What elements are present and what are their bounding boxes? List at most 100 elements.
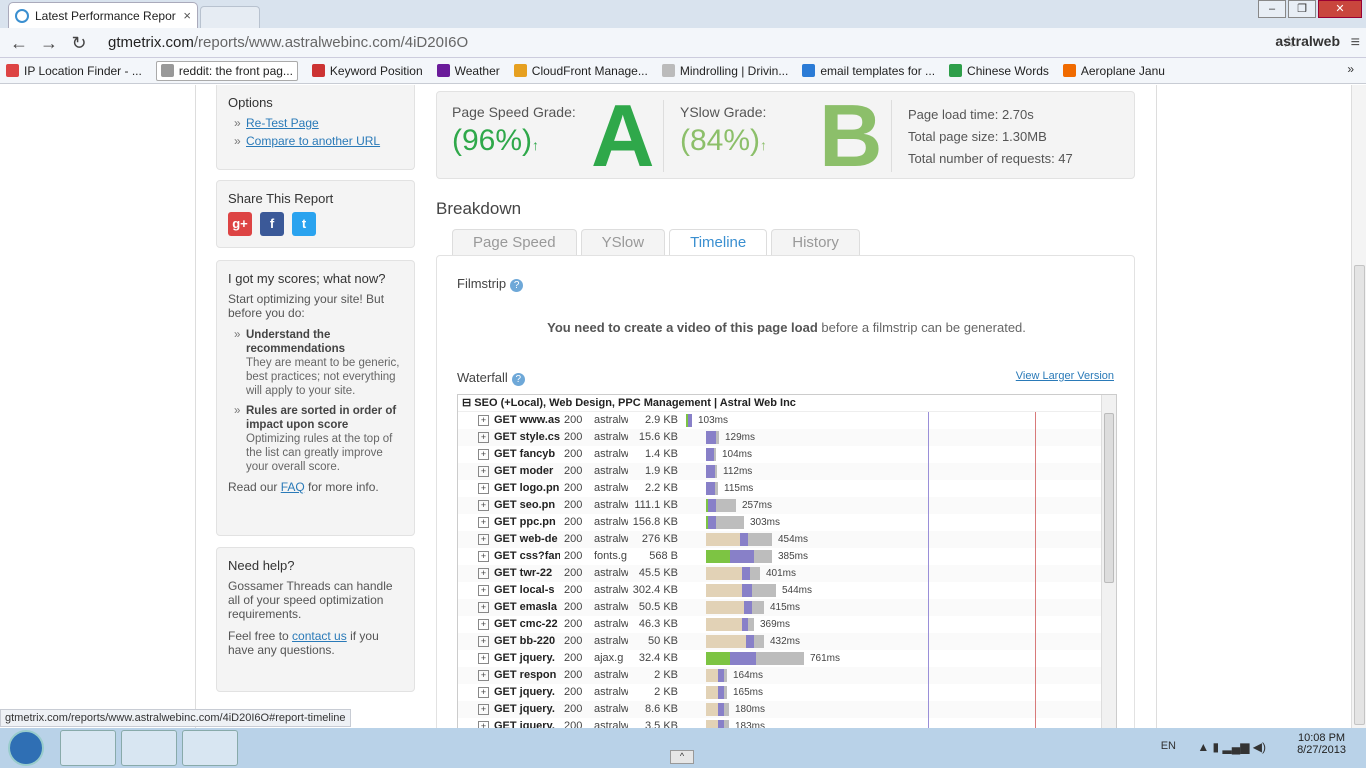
- expand-row-icon[interactable]: +: [478, 721, 489, 728]
- bookmark-item[interactable]: email templates for ...: [802, 64, 935, 78]
- help-box: Need help? Gossamer Threads can handle a…: [216, 547, 415, 692]
- help-icon[interactable]: ?: [511, 373, 525, 386]
- waterfall-row[interactable]: + GET cmc-22 200 astralw 46.3 KB 369ms: [458, 616, 1116, 633]
- waterfall-row[interactable]: + GET web-de 200 astralw 276 KB 454ms: [458, 531, 1116, 548]
- active-browser-tab[interactable]: Latest Performance Repor ×: [8, 2, 198, 28]
- tray-icons[interactable]: ▲ ▮ ▂▄▆ ◀): [1197, 740, 1266, 754]
- expand-row-icon[interactable]: +: [478, 568, 489, 579]
- waterfall-row[interactable]: + GET style.cs 200 astralw 15.6 KB 129ms: [458, 429, 1116, 446]
- waterfall-row[interactable]: + GET jquery. 200 astralw 2 KB 165ms: [458, 684, 1116, 701]
- minimize-button[interactable]: –: [1258, 0, 1286, 18]
- bookmarks-overflow-icon[interactable]: »: [1347, 62, 1354, 76]
- tab-timeline[interactable]: Timeline: [669, 229, 768, 256]
- tab-page-speed[interactable]: Page Speed: [452, 229, 577, 255]
- expand-row-icon[interactable]: +: [478, 432, 489, 443]
- clock[interactable]: 10:08 PM 8/27/2013: [1297, 732, 1346, 756]
- expand-row-icon[interactable]: +: [478, 449, 489, 460]
- compare-link[interactable]: Compare to another URL: [246, 134, 380, 148]
- expand-row-icon[interactable]: +: [478, 517, 489, 528]
- timing-bar-segment: [706, 482, 715, 495]
- page-scrollbar[interactable]: [1351, 85, 1366, 728]
- maximize-button[interactable]: ❐: [1288, 0, 1316, 18]
- explorer-taskbar-icon[interactable]: [121, 730, 177, 766]
- expand-row-icon[interactable]: +: [478, 415, 489, 426]
- collapse-icon[interactable]: ⊟: [462, 397, 471, 409]
- waterfall-row[interactable]: + GET www.as 200 astralw 2.9 KB 103ms: [458, 412, 1116, 429]
- waterfall-label: Waterfall: [457, 370, 508, 385]
- yslow-grade: YSlow Grade: (84%)↑: [680, 104, 767, 158]
- waterfall-row[interactable]: + GET css?fan 200 fonts.g 568 B 385ms: [458, 548, 1116, 565]
- chrome-taskbar-icon[interactable]: [60, 730, 116, 766]
- page-scroll-thumb[interactable]: [1354, 265, 1365, 725]
- new-tab-button[interactable]: [200, 6, 260, 28]
- waterfall-row[interactable]: + GET ppc.pn 200 astralw 156.8 KB 303ms: [458, 514, 1116, 531]
- contact-line: Feel free to contact us if you have any …: [228, 629, 403, 657]
- expand-row-icon[interactable]: +: [478, 636, 489, 647]
- browser-menu-icon[interactable]: ≡: [1351, 34, 1360, 52]
- bookmark-item[interactable]: reddit: the front pag...: [155, 60, 298, 81]
- waterfall-row[interactable]: + GET logo.pn 200 astralw 2.2 KB 115ms: [458, 480, 1116, 497]
- expand-row-icon[interactable]: +: [478, 534, 489, 545]
- waterfall-scroll-thumb[interactable]: [1104, 413, 1114, 583]
- faq-link[interactable]: FAQ: [281, 480, 305, 494]
- start-button-icon[interactable]: [8, 730, 44, 766]
- waterfall-row[interactable]: + GET fancyb 200 astralw 1.4 KB 104ms: [458, 446, 1116, 463]
- bookmark-item[interactable]: Weather: [436, 64, 500, 78]
- address-bar[interactable]: gtmetrix.com/reports/www.astralwebinc.co…: [108, 34, 468, 51]
- waterfall-row[interactable]: + GET local-s 200 astralw 302.4 KB 544ms: [458, 582, 1116, 599]
- bookmark-item[interactable]: Aeroplane Janu: [1062, 64, 1165, 78]
- expand-row-icon[interactable]: +: [478, 704, 489, 715]
- waterfall-row[interactable]: + GET respon 200 astralw 2 KB 164ms: [458, 667, 1116, 684]
- waterfall-scrollbar[interactable]: [1101, 395, 1116, 728]
- contact-pre: Feel free to: [228, 629, 293, 643]
- expand-row-icon[interactable]: +: [478, 483, 489, 494]
- firefox-taskbar-icon[interactable]: [182, 730, 238, 766]
- request-size: 15.6 KB: [638, 431, 678, 443]
- bookmark-item[interactable]: Mindrolling | Drivin...: [661, 64, 788, 78]
- expand-row-icon[interactable]: +: [478, 687, 489, 698]
- forward-icon[interactable]: →: [38, 32, 60, 54]
- request-status: 200: [564, 618, 583, 630]
- expand-row-icon[interactable]: +: [478, 619, 489, 630]
- bookmark-item[interactable]: CloudFront Manage...: [513, 64, 648, 78]
- waterfall-row[interactable]: + GET seo.pn 200 astralw 111.1 KB 257ms: [458, 497, 1116, 514]
- extension-brand[interactable]: astralweb: [1275, 33, 1340, 49]
- tip-body: Optimizing rules at the top of the list …: [246, 433, 393, 473]
- contact-link[interactable]: contact us: [292, 629, 347, 643]
- window-close-button[interactable]: ✕: [1318, 0, 1362, 18]
- expand-row-icon[interactable]: +: [478, 551, 489, 562]
- google-plus-icon[interactable]: g+: [228, 212, 252, 236]
- bookmark-item[interactable]: IP Location Finder - ...: [6, 64, 142, 78]
- expand-row-icon[interactable]: +: [478, 585, 489, 596]
- retest-link[interactable]: Re-Test Page: [246, 116, 319, 130]
- expand-row-icon[interactable]: +: [478, 466, 489, 477]
- waterfall-row[interactable]: + GET jquery. 200 astralw 3.5 KB 183ms: [458, 718, 1116, 728]
- show-desktop-icon[interactable]: ^: [670, 750, 694, 764]
- tab-history[interactable]: History: [771, 229, 860, 255]
- reload-icon[interactable]: ↻: [68, 32, 90, 54]
- waterfall-row[interactable]: + GET emasla 200 astralw 50.5 KB 415ms: [458, 599, 1116, 616]
- tab-close-icon[interactable]: ×: [183, 8, 191, 23]
- twitter-icon[interactable]: t: [292, 212, 316, 236]
- back-arrow-icon[interactable]: ←: [8, 32, 30, 54]
- dom-loaded-line: [928, 412, 929, 728]
- expand-row-icon[interactable]: +: [478, 602, 489, 613]
- view-larger-link[interactable]: View Larger Version: [1016, 370, 1114, 382]
- bookmark-item[interactable]: Keyword Position: [311, 64, 423, 78]
- language-indicator[interactable]: EN: [1161, 740, 1176, 752]
- expand-row-icon[interactable]: +: [478, 670, 489, 681]
- waterfall-row[interactable]: + GET jquery. 200 ajax.g 32.4 KB 761ms: [458, 650, 1116, 667]
- help-icon[interactable]: ?: [510, 279, 524, 292]
- waterfall-row[interactable]: + GET moder 200 astralw 1.9 KB 112ms: [458, 463, 1116, 480]
- waterfall-row[interactable]: + GET bb-220 200 astralw 50 KB 432ms: [458, 633, 1116, 650]
- request-name: GET jquery.: [494, 720, 555, 728]
- tip-title: Rules are sorted in order of impact upon…: [246, 405, 397, 431]
- timing-bar-segment: [715, 482, 718, 495]
- waterfall-row[interactable]: + GET twr-22 200 astralw 45.5 KB 401ms: [458, 565, 1116, 582]
- expand-row-icon[interactable]: +: [478, 653, 489, 664]
- bookmark-item[interactable]: Chinese Words: [949, 64, 1049, 78]
- facebook-icon[interactable]: f: [260, 212, 284, 236]
- expand-row-icon[interactable]: +: [478, 500, 489, 511]
- waterfall-row[interactable]: + GET jquery. 200 astralw 8.6 KB 180ms: [458, 701, 1116, 718]
- tab-yslow[interactable]: YSlow: [580, 229, 666, 255]
